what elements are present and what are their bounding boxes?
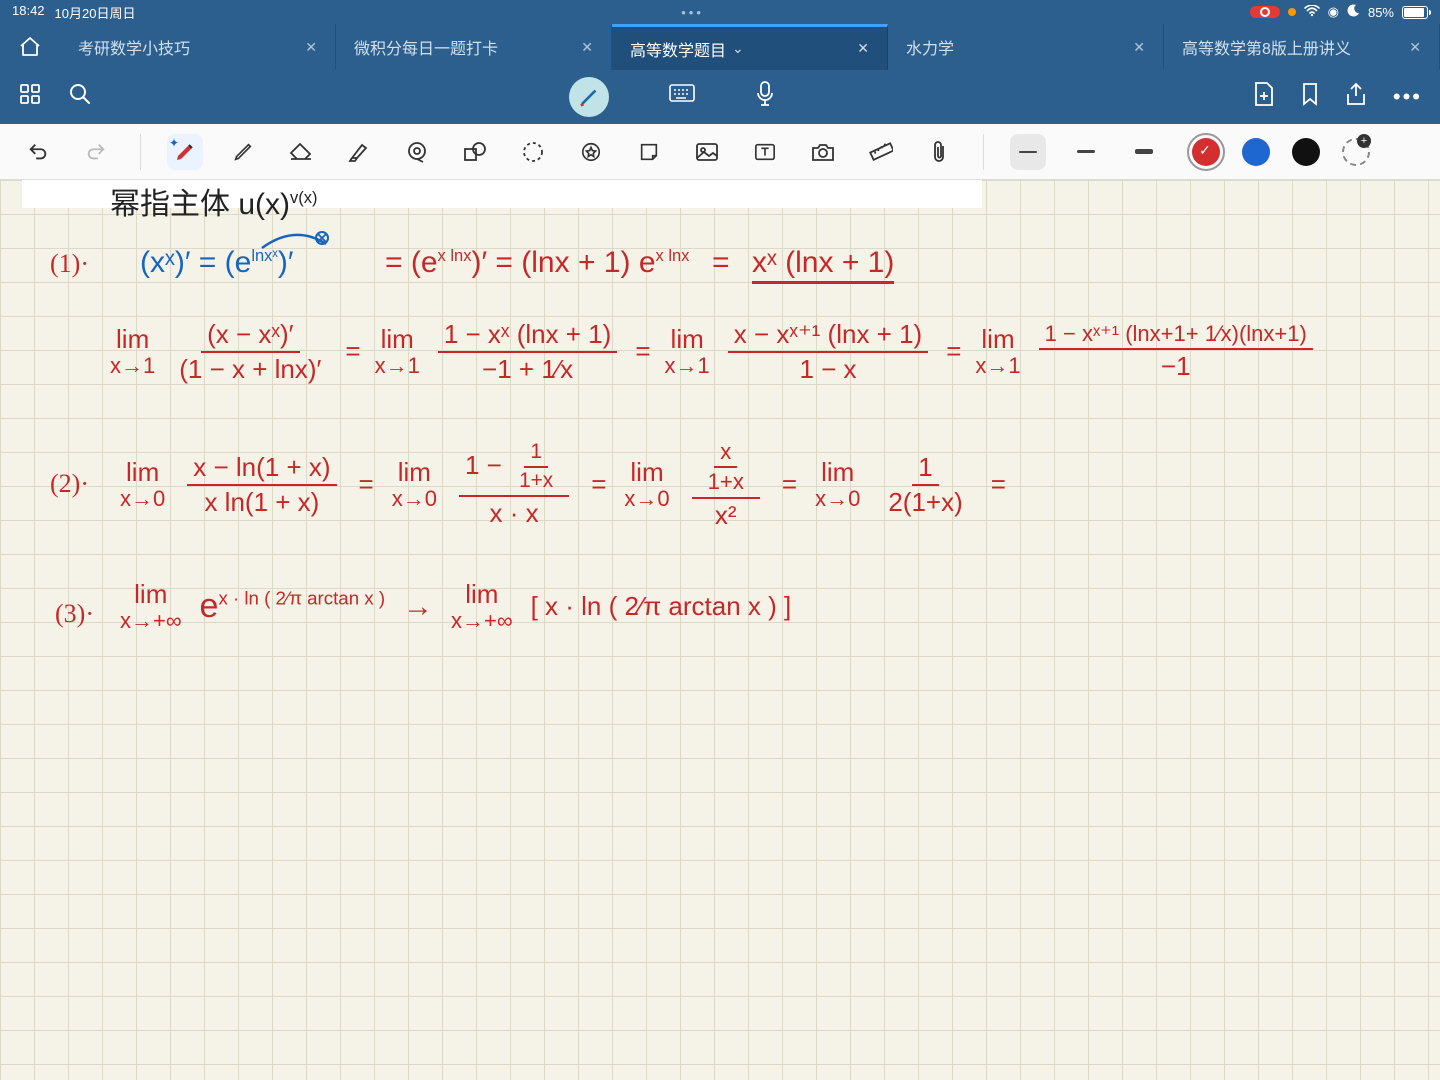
problem-1-blue: (xˣ)′ = (elnxˣ)′ <box>140 246 293 279</box>
tape-tool[interactable] <box>399 134 435 170</box>
text-tool[interactable] <box>747 134 783 170</box>
tab-daily-calculus[interactable]: 微积分每日一题打卡 ✕ <box>336 24 612 70</box>
problem-2-label: (2)· <box>50 470 89 499</box>
wifi-icon <box>1304 5 1320 20</box>
battery-icon <box>1402 6 1428 19</box>
sticky-note-tool[interactable] <box>631 134 667 170</box>
moon-icon <box>1347 4 1360 20</box>
fountain-pen-tool[interactable]: ✦ <box>167 134 203 170</box>
color-add[interactable] <box>1342 138 1370 166</box>
highlighter-tool[interactable] <box>341 134 377 170</box>
keyboard-icon[interactable] <box>669 84 695 110</box>
tab-label: 微积分每日一题打卡 <box>354 35 498 59</box>
close-icon[interactable]: ✕ <box>1399 39 1421 56</box>
home-button[interactable] <box>0 24 60 70</box>
more-icon[interactable]: ••• <box>1393 84 1422 110</box>
shape-tool[interactable] <box>457 134 493 170</box>
note-canvas[interactable]: 幂指主体 u(x)v(x) (1)· (xˣ)′ = (elnxˣ)′ = (e… <box>0 180 1440 1080</box>
stroke-thick[interactable] <box>1126 134 1162 170</box>
stamp-tool[interactable] <box>573 134 609 170</box>
redo-button[interactable] <box>78 134 114 170</box>
function-bar: ••• <box>0 70 1440 124</box>
close-icon[interactable]: ✕ <box>1123 39 1145 56</box>
status-time: 18:42 <box>12 3 45 22</box>
problem-2-limit-chain: limx→0 x − ln(1 + x)x ln(1 + x) = limx→0… <box>120 440 1006 529</box>
tab-label: 高等数学第8版上册讲义 <box>1182 35 1351 59</box>
close-icon[interactable]: ✕ <box>571 39 593 56</box>
stroke-medium[interactable] <box>1068 134 1104 170</box>
tab-bar: 考研数学小技巧 ✕ 微积分每日一题打卡 ✕ 高等数学题目 ⌄ ✕ 水力学 ✕ 高… <box>0 24 1440 70</box>
problem-1-limit-chain: limx→1 (x − xˣ)′(1 − x + lnx)′ = limx→1 … <box>110 320 1317 383</box>
status-bar: 18:42 10月20日周日 ••• ◉ 85% <box>0 0 1440 24</box>
problem-1-label: (1)· <box>50 250 89 279</box>
tab-advanced-math-textbook[interactable]: 高等数学第8版上册讲义 ✕ <box>1164 24 1440 70</box>
tab-calculus-tips[interactable]: 考研数学小技巧 ✕ <box>60 24 336 70</box>
status-date: 10月20日周日 <box>55 3 136 22</box>
tab-advanced-math-problems[interactable]: 高等数学题目 ⌄ ✕ <box>612 24 888 70</box>
close-icon[interactable]: ✕ <box>295 39 317 56</box>
stroke-thin[interactable] <box>1010 134 1046 170</box>
lasso-tool[interactable] <box>515 134 551 170</box>
chevron-down-icon: ⌄ <box>732 40 744 57</box>
screen-record-indicator[interactable] <box>1250 6 1280 18</box>
grid-apps-icon[interactable] <box>18 82 42 112</box>
color-red[interactable] <box>1192 138 1220 166</box>
camera-tool[interactable] <box>805 134 841 170</box>
problem-1-expansion: = (ex lnx)′ = (lnx + 1) ex lnx = xˣ (lnx… <box>385 246 894 279</box>
pencil-tool[interactable] <box>225 134 261 170</box>
image-tool[interactable] <box>689 134 725 170</box>
tab-label: 考研数学小技巧 <box>78 35 190 59</box>
bookmark-icon[interactable] <box>1301 82 1319 112</box>
tab-label: 水力学 <box>906 35 954 59</box>
search-icon[interactable] <box>68 82 92 112</box>
tab-hydraulics[interactable]: 水力学 ✕ <box>888 24 1164 70</box>
share-icon[interactable] <box>1345 82 1367 112</box>
problem-3-label: (3)· <box>55 600 94 629</box>
tab-label: 高等数学题目 <box>630 37 726 61</box>
color-black[interactable] <box>1292 138 1320 166</box>
undo-button[interactable] <box>20 134 56 170</box>
focus-icon: ◉ <box>1328 4 1339 20</box>
attachment-tool[interactable] <box>921 134 957 170</box>
stylus-mode-button[interactable] <box>569 77 609 117</box>
problem-3-expression: limx→+∞ ex · ln ( 2⁄π arctan x ) → limx→… <box>120 580 791 633</box>
battery-percentage: 85% <box>1368 5 1394 20</box>
drawing-toolbar: ✦ <box>0 124 1440 180</box>
location-dot-icon <box>1288 8 1296 16</box>
note-heading: 幂指主体 u(x)v(x) <box>110 188 318 221</box>
eraser-tool[interactable] <box>283 134 319 170</box>
microphone-icon[interactable] <box>755 81 775 113</box>
drag-handle-dots: ••• <box>135 5 1249 20</box>
ruler-tool[interactable] <box>863 134 899 170</box>
color-blue[interactable] <box>1242 138 1270 166</box>
add-page-icon[interactable] <box>1253 81 1275 113</box>
close-icon[interactable]: ✕ <box>847 40 869 57</box>
